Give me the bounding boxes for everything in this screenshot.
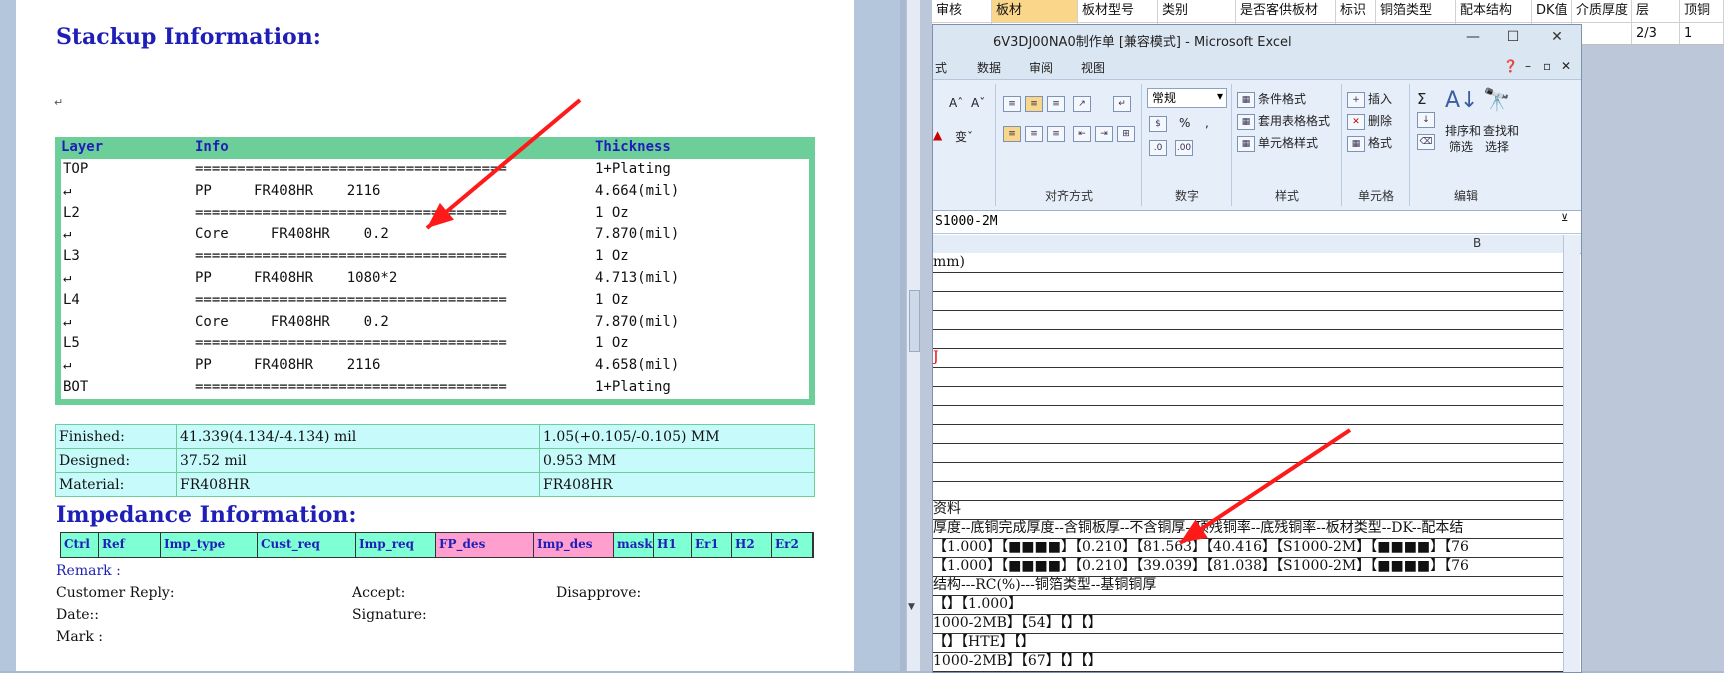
red-arrow-head xyxy=(1180,519,1208,543)
annotation-arrows xyxy=(425,98,1352,545)
red-arrow-line xyxy=(1178,428,1352,545)
red-arrow-line xyxy=(425,98,582,230)
